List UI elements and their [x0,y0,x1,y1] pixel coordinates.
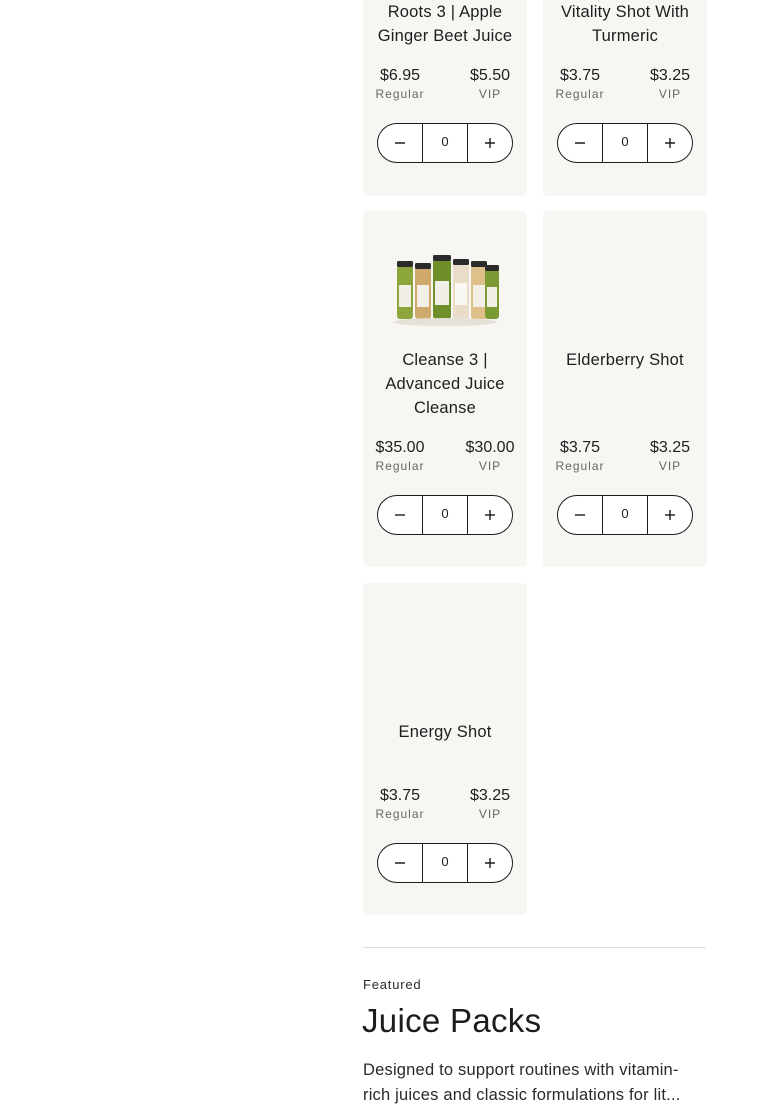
product-card-vitality-shot[interactable]: Vitality Shot With Turmeric $3.75 Regula… [543,0,707,196]
plus-icon [665,510,675,520]
decrement-button[interactable] [378,124,422,162]
regular-price-label: Regular [375,807,425,821]
regular-price: $35.00 [375,439,425,456]
vip-price: $3.25 [469,787,511,804]
plus-icon [485,510,495,520]
minus-icon [395,514,405,516]
regular-price-group: $3.75 Regular [553,438,607,474]
decrement-button[interactable] [378,496,422,534]
increment-button[interactable] [648,496,692,534]
regular-price-group: $3.75 Regular [373,786,427,822]
product-card-roots-3[interactable]: Roots 3 | Apple Ginger Beet Juice $6.95 … [363,0,527,196]
regular-price-group: $35.00 Regular [373,438,427,474]
decrement-button[interactable] [558,496,602,534]
product-card-elderberry-shot[interactable]: Elderberry Shot $3.75 Regular $3.25 VIP … [543,211,707,567]
minus-icon [395,862,405,864]
section-description: Designed to support routines with vitami… [363,1061,681,1104]
increment-button[interactable] [648,124,692,162]
product-name[interactable]: Cleanse 3 | Advanced Juice Cleanse [371,348,519,420]
plus-icon [485,138,495,148]
regular-price: $3.75 [559,67,601,84]
juice-bottles-image [393,255,499,326]
vip-price-group: $3.25 VIP [643,66,697,102]
regular-price: $3.75 [559,439,601,456]
vip-price: $3.25 [649,67,691,84]
vip-price-group: $3.25 VIP [463,786,517,822]
product-image[interactable] [363,211,527,327]
quantity-stepper: 0 [377,843,513,883]
minus-icon [575,514,585,516]
quantity-stepper: 0 [557,123,693,163]
quantity-input[interactable]: 0 [422,496,468,534]
product-card-energy-shot[interactable]: Energy Shot $3.75 Regular $3.25 VIP 0 [363,583,527,915]
vip-price-group: $5.50 VIP [463,66,517,102]
quantity-input[interactable]: 0 [422,844,468,882]
price-row: $3.75 Regular $3.25 VIP [553,438,697,474]
regular-price-label: Regular [375,87,425,101]
regular-price-group: $3.75 Regular [553,66,607,102]
quantity-stepper: 0 [557,495,693,535]
vip-price: $30.00 [465,439,515,456]
increment-button[interactable] [468,496,512,534]
vip-price-label: VIP [478,807,502,821]
product-card-cleanse-3[interactable]: Cleanse 3 | Advanced Juice Cleanse $35.0… [363,211,527,567]
decrement-button[interactable] [378,844,422,882]
vip-price-label: VIP [658,459,682,473]
quantity-stepper: 0 [377,123,513,163]
regular-price-group: $6.95 Regular [373,66,427,102]
minus-icon [575,142,585,144]
price-row: $3.75 Regular $3.25 VIP [553,66,697,102]
product-name[interactable]: Roots 3 | Apple Ginger Beet Juice [371,0,519,48]
regular-price-label: Regular [555,87,605,101]
increment-button[interactable] [468,124,512,162]
vip-price-group: $3.25 VIP [643,438,697,474]
regular-price-label: Regular [375,459,425,473]
regular-price-label: Regular [555,459,605,473]
plus-icon [485,858,495,868]
vip-price-label: VIP [658,87,682,101]
plus-icon [665,138,675,148]
price-row: $3.75 Regular $3.25 VIP [373,786,517,822]
vip-price-label: VIP [478,459,502,473]
quantity-input[interactable]: 0 [422,124,468,162]
product-name[interactable]: Vitality Shot With Turmeric [551,0,699,48]
section-title: Juice Packs [362,1002,542,1039]
featured-eyebrow: Featured [363,977,422,992]
decrement-button[interactable] [558,124,602,162]
price-row: $6.95 Regular $5.50 VIP [373,66,517,102]
regular-price: $6.95 [379,67,421,84]
quantity-input[interactable]: 0 [602,124,648,162]
quantity-stepper: 0 [377,495,513,535]
increment-button[interactable] [468,844,512,882]
section-divider [363,947,706,948]
price-row: $35.00 Regular $30.00 VIP [373,438,517,474]
vip-price-group: $30.00 VIP [463,438,517,474]
regular-price: $3.75 [379,787,421,804]
vip-price: $3.25 [649,439,691,456]
quantity-input[interactable]: 0 [602,496,648,534]
vip-price: $5.50 [469,67,511,84]
product-name[interactable]: Elderberry Shot [551,348,699,372]
minus-icon [395,142,405,144]
vip-price-label: VIP [478,87,502,101]
product-name[interactable]: Energy Shot [371,720,519,744]
